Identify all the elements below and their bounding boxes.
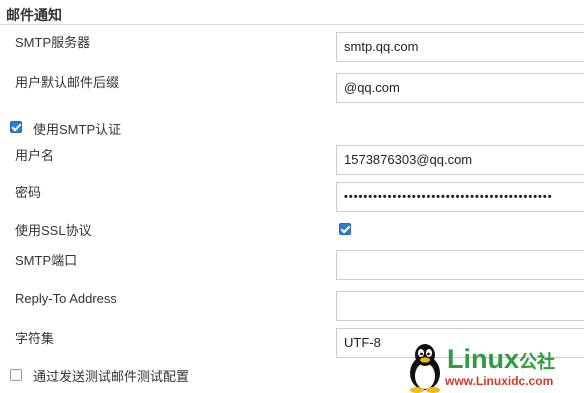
- reply-to-input[interactable]: [336, 291, 584, 321]
- watermark-brand-text: Linux: [447, 344, 519, 374]
- linux-watermark: Linux公社 www.Linuxidc.com: [403, 343, 584, 393]
- use-ssl-checkbox[interactable]: [339, 223, 351, 235]
- test-config-label: 通过发送测试邮件测试配置: [33, 369, 190, 384]
- reply-to-label: Reply-To Address: [15, 291, 117, 306]
- username-input[interactable]: 1573876303@qq.com: [336, 145, 584, 175]
- watermark-brand-cn: 公社: [519, 352, 555, 372]
- smtp-server-label: SMTP服务器: [15, 35, 91, 50]
- section-title: 邮件通知: [6, 7, 62, 23]
- use-smtp-auth-checkbox[interactable]: [10, 121, 22, 133]
- section-divider: [0, 24, 584, 25]
- smtp-server-input[interactable]: smtp.qq.com: [336, 32, 584, 62]
- test-config-checkbox[interactable]: [10, 369, 22, 381]
- password-input[interactable]: ••••••••••••••••••••••••••••••••••••••••…: [336, 182, 584, 212]
- watermark-url: www.Linuxidc.com: [445, 374, 554, 388]
- username-label: 用户名: [15, 148, 55, 163]
- charset-label: 字符集: [15, 331, 55, 346]
- use-ssl-label: 使用SSL协议: [15, 223, 92, 238]
- smtp-port-label: SMTP端口: [15, 253, 78, 268]
- default-suffix-label: 用户默认邮件后缀: [15, 75, 120, 90]
- smtp-port-input[interactable]: [336, 250, 584, 280]
- default-suffix-input[interactable]: @qq.com: [336, 73, 584, 103]
- use-smtp-auth-label: 使用SMTP认证: [33, 122, 122, 137]
- watermark-brand: Linux公社: [447, 344, 555, 377]
- penguin-icon: [410, 344, 440, 393]
- password-label: 密码: [15, 185, 42, 200]
